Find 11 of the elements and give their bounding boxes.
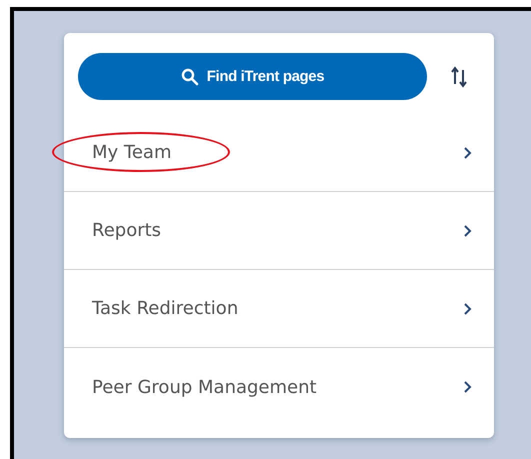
search-icon — [180, 68, 199, 86]
menu-item[interactable]: Reports — [64, 192, 494, 270]
menu-item[interactable]: My Team — [64, 114, 494, 192]
sort-icon[interactable] — [451, 66, 467, 88]
chevron-right-icon — [463, 380, 472, 394]
find-pages-button[interactable]: Find iTrent pages — [78, 53, 427, 100]
menu-item[interactable]: Peer Group Management — [64, 348, 494, 426]
chevron-right-icon — [463, 302, 472, 316]
chevron-right-icon — [463, 146, 472, 160]
chevron-right-icon — [463, 224, 472, 238]
menu-item[interactable]: Task Redirection — [64, 270, 494, 348]
